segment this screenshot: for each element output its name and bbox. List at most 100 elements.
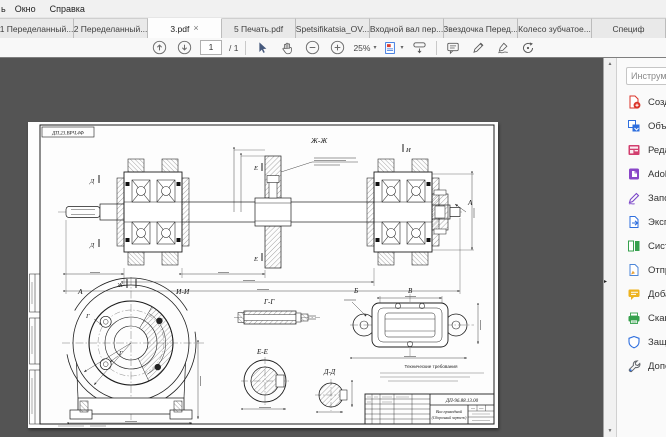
send-file-icon bbox=[627, 263, 641, 277]
tool-organize-pages[interactable]: Систематизировать страницы bbox=[617, 234, 666, 258]
view-label-v: В bbox=[408, 287, 413, 295]
page-fit-dropdown[interactable]: ▾ bbox=[383, 41, 403, 55]
export-pdf-icon bbox=[627, 215, 641, 229]
comment-button[interactable] bbox=[444, 39, 462, 56]
vertical-scrollbar[interactable]: ▲ ▼ bbox=[603, 58, 616, 437]
marker-e-bottom: Е bbox=[253, 256, 258, 263]
marker-j: Ж bbox=[116, 282, 124, 289]
tool-label: Добавить комментарий bbox=[648, 289, 666, 300]
tab-close-icon[interactable]: × bbox=[193, 24, 198, 33]
panel-collapse-handle[interactable]: ▸ bbox=[601, 270, 610, 292]
zoom-level-value: 25% bbox=[353, 43, 370, 53]
tab-document-4[interactable]: 5 Печать.pdf bbox=[222, 18, 296, 38]
tool-send-and-track[interactable]: Отправить и отслеживать bbox=[617, 258, 666, 282]
acrobat-window: ь Окно Справка 1 Переделанный... 2 Перед… bbox=[0, 0, 666, 437]
toolbar-divider bbox=[245, 41, 246, 55]
page-number-input[interactable]: 1 bbox=[200, 40, 222, 55]
reading-mode-button[interactable] bbox=[411, 39, 429, 56]
view-label-b: Б bbox=[353, 287, 358, 295]
section-label-ee: Е-Е bbox=[256, 348, 269, 356]
tool-label: Сканировать и распознать bbox=[648, 313, 666, 324]
tool-scan-ocr[interactable]: Сканировать и распознать bbox=[617, 306, 666, 330]
page-count-label: / 1 bbox=[229, 43, 238, 53]
tools-search bbox=[626, 66, 658, 85]
tab-document-2[interactable]: 2 Переделанный... bbox=[74, 18, 148, 38]
fill-and-sign-button[interactable] bbox=[469, 39, 487, 56]
select-tool-button[interactable] bbox=[253, 39, 271, 56]
document-tab-bar: 1 Переделанный... 2 Переделанный... 3.pd… bbox=[0, 17, 666, 38]
tool-label: Заполнить и подписать bbox=[648, 193, 666, 204]
tab-document-3-active[interactable]: 3.pdf × bbox=[148, 18, 222, 38]
tool-combine-files[interactable]: Объединить файлы bbox=[617, 114, 666, 138]
sign-button[interactable] bbox=[494, 39, 512, 56]
tool-export-pdf[interactable]: Экспорт PDF bbox=[617, 210, 666, 234]
view-label-a: А bbox=[77, 287, 83, 296]
send-for-signature-icon bbox=[521, 41, 535, 55]
tab-document-5[interactable]: Spetsifikatsia_OV... bbox=[296, 18, 370, 38]
tools-panel: Создать PDF Объединить файлы Редактирова… bbox=[616, 58, 666, 437]
title-block-doc-type: (Сборочный чертеж) bbox=[432, 415, 468, 420]
tab-document-9[interactable]: Специф bbox=[592, 18, 666, 38]
tool-fill-and-sign[interactable]: Заполнить и подписать bbox=[617, 186, 666, 210]
edit-pdf-icon bbox=[627, 143, 641, 157]
tool-edit-pdf[interactable]: Редактировать PDF bbox=[617, 138, 666, 162]
tool-label: Дополнительные инструменты bbox=[648, 361, 666, 372]
signature-pen-icon bbox=[496, 41, 510, 55]
chevron-down-icon: ▾ bbox=[373, 44, 376, 51]
menu-item-window[interactable]: Окно bbox=[8, 4, 43, 14]
send-for-signature-button[interactable] bbox=[519, 39, 537, 56]
section-label-ii: И-И bbox=[175, 287, 190, 296]
marker-e-top: Е bbox=[253, 165, 258, 172]
hand-tool-button[interactable] bbox=[278, 39, 296, 56]
tool-label: Защитить bbox=[648, 337, 666, 348]
tool-label: Редактировать PDF bbox=[648, 145, 666, 156]
toolbar-divider bbox=[436, 41, 437, 55]
comment-bubble-icon bbox=[446, 41, 460, 55]
pdf-page: Ж-Ж Д Д Е Е И А bbox=[28, 122, 498, 428]
main-toolbar: 1 / 1 25% ▾ ▾ bbox=[0, 38, 666, 58]
zoom-level-dropdown[interactable]: 25% ▾ bbox=[353, 43, 376, 53]
scroll-down-icon[interactable]: ▼ bbox=[604, 428, 616, 434]
arrow-down-circle-icon bbox=[177, 40, 192, 55]
tool-more-tools[interactable]: Дополнительные инструменты bbox=[617, 354, 666, 378]
tool-label: Экспорт PDF bbox=[648, 217, 666, 228]
marker-i: И bbox=[405, 147, 411, 154]
next-page-button[interactable] bbox=[175, 39, 193, 56]
zoom-in-icon bbox=[330, 40, 345, 55]
adobe-sign-icon bbox=[627, 167, 641, 181]
tab-document-1[interactable]: 1 Переделанный... bbox=[0, 18, 74, 38]
main-area: Ж-Ж Д Д Е Е И А bbox=[0, 58, 666, 437]
page-fit-icon bbox=[383, 41, 397, 55]
zoom-in-button[interactable] bbox=[328, 39, 346, 56]
marker-g1: Г bbox=[85, 313, 90, 320]
tab-document-6[interactable]: Входной вал пер... bbox=[370, 18, 444, 38]
tool-create-pdf[interactable]: Создать PDF bbox=[617, 90, 666, 114]
wrench-icon bbox=[627, 359, 641, 373]
marker-g2: Г bbox=[118, 350, 123, 357]
reading-mode-icon bbox=[412, 40, 427, 55]
tools-search-input[interactable] bbox=[626, 67, 666, 85]
pencil-icon bbox=[471, 41, 485, 55]
section-label-dd: Д-Д bbox=[323, 368, 336, 376]
previous-page-button[interactable] bbox=[150, 39, 168, 56]
tool-label: Объединить файлы bbox=[648, 121, 666, 132]
tool-label: Adobe Sign bbox=[648, 169, 666, 180]
tool-protect[interactable]: Защитить bbox=[617, 330, 666, 354]
tab-document-8[interactable]: Колесо зубчатое... bbox=[518, 18, 592, 38]
scroll-up-icon[interactable]: ▲ bbox=[604, 61, 616, 67]
select-arrow-icon bbox=[255, 41, 269, 55]
tab-document-7[interactable]: Звездочка Перед... bbox=[444, 18, 518, 38]
create-pdf-icon bbox=[627, 95, 641, 109]
tool-label: Создать PDF bbox=[648, 97, 666, 108]
zoom-out-button[interactable] bbox=[303, 39, 321, 56]
hand-icon bbox=[280, 41, 294, 55]
document-canvas[interactable]: Ж-Ж Д Д Е Е И А bbox=[0, 58, 603, 437]
menu-item-help[interactable]: Справка bbox=[43, 4, 92, 14]
arrow-up-circle-icon bbox=[152, 40, 167, 55]
marker-d-top: Д bbox=[89, 178, 95, 185]
tool-adobe-sign[interactable]: Adobe Sign bbox=[617, 162, 666, 186]
tech-requirements-title: Технические требования bbox=[405, 364, 458, 369]
tool-add-comment[interactable]: Добавить комментарий bbox=[617, 282, 666, 306]
fill-sign-pencil-icon bbox=[627, 191, 641, 205]
menu-item-clipped[interactable]: ь bbox=[0, 4, 8, 14]
